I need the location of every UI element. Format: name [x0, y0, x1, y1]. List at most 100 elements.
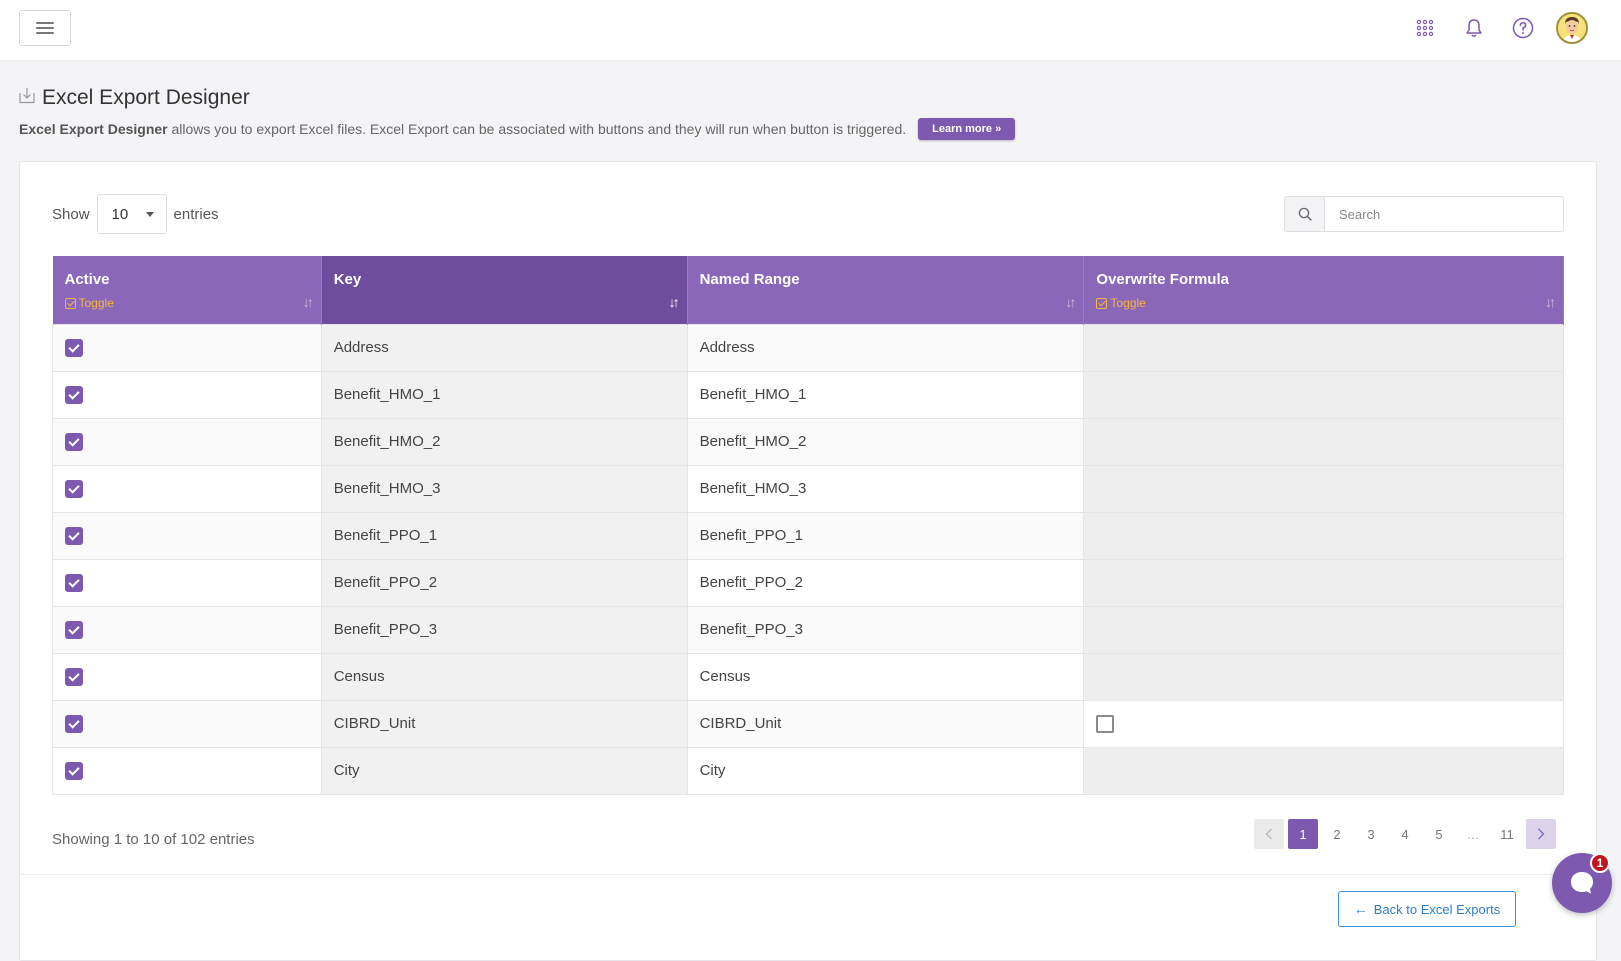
chat-notification-badge: 1	[1590, 853, 1610, 873]
sort-icon: ↓↑	[1545, 293, 1556, 310]
overwrite-cell	[1083, 511, 1564, 560]
key-cell: City	[320, 746, 688, 795]
overwrite-checkbox[interactable]	[1096, 714, 1115, 733]
overwrite-cell	[1083, 605, 1564, 654]
avatar[interactable]	[1556, 12, 1588, 44]
card-footer: ← Back to Excel Exports	[20, 874, 1596, 954]
sort-icon: ↓↑	[302, 293, 314, 310]
table-row: CIBRD_Unit CIBRD_Unit	[52, 699, 1564, 748]
table-row: City City	[52, 746, 1564, 795]
named-range-cell: Benefit_PPO_2	[686, 558, 1085, 607]
active-cell	[52, 558, 322, 607]
search-input[interactable]	[1325, 197, 1563, 231]
learn-more-button[interactable]: Learn more »	[918, 118, 1016, 140]
named-range-cell: Address	[686, 323, 1085, 372]
overwrite-cell	[1083, 464, 1564, 513]
toggle-label: Toggle	[78, 296, 114, 310]
checkbox-icon	[64, 297, 76, 309]
overwrite-cell	[1083, 370, 1564, 419]
table-row: Benefit_HMO_1 Benefit_HMO_1	[52, 370, 1564, 419]
active-checkbox[interactable]	[65, 526, 83, 545]
content-card: Show 10 entries Active Toggl	[19, 161, 1597, 961]
description-text: allows you to export Excel files. Excel …	[167, 121, 907, 137]
active-cell	[52, 511, 322, 560]
overwrite-cell	[1083, 417, 1564, 466]
table-row: Benefit_HMO_2 Benefit_HMO_2	[52, 417, 1564, 466]
active-cell	[52, 417, 322, 466]
table-row: Benefit_PPO_1 Benefit_PPO_1	[52, 511, 1564, 560]
active-checkbox[interactable]	[65, 573, 83, 592]
active-checkbox[interactable]	[65, 479, 83, 498]
description-bold: Excel Export Designer	[19, 121, 168, 137]
key-cell: Benefit_HMO_1	[320, 370, 688, 419]
key-cell: CIBRD_Unit	[320, 699, 688, 748]
active-checkbox[interactable]	[65, 338, 83, 357]
overwrite-cell	[1083, 323, 1564, 372]
show-label: Show	[52, 205, 90, 223]
chat-icon	[1571, 872, 1593, 894]
back-to-excel-exports-button[interactable]: ← Back to Excel Exports	[1338, 891, 1516, 927]
active-checkbox[interactable]	[65, 761, 83, 780]
page-button-1[interactable]: 1	[1288, 819, 1318, 849]
chevron-left-icon	[1265, 828, 1272, 840]
chevron-right-icon	[1538, 828, 1545, 840]
active-cell	[52, 370, 322, 419]
checkbox-icon	[1096, 297, 1108, 309]
named-range-cell: City	[686, 746, 1085, 795]
table-header-row: Active Toggle ↓↑ Key ↓↑ Named Range ↓↑ O…	[52, 256, 1564, 324]
named-range-cell: Census	[686, 652, 1085, 701]
active-checkbox[interactable]	[65, 714, 83, 733]
download-icon	[19, 87, 35, 109]
previous-page-button[interactable]	[1254, 819, 1284, 849]
overwrite-cell	[1083, 746, 1564, 795]
named-range-cell: Benefit_HMO_1	[686, 370, 1085, 419]
page-length-select[interactable]: 10	[96, 194, 167, 234]
table-row: Benefit_PPO_3 Benefit_PPO_3	[52, 605, 1564, 654]
active-checkbox[interactable]	[65, 432, 83, 451]
toggle-active-link[interactable]: Toggle	[64, 296, 309, 310]
active-cell	[52, 605, 322, 654]
back-button-label: Back to Excel Exports	[1373, 901, 1501, 917]
column-header-overwrite-formula[interactable]: Overwrite Formula Toggle ↓↑	[1083, 256, 1564, 324]
bell-icon[interactable]	[1460, 14, 1488, 42]
overwrite-cell	[1083, 652, 1564, 701]
page-button-4[interactable]: 4	[1390, 819, 1420, 849]
help-icon[interactable]	[1509, 14, 1537, 42]
column-header-key[interactable]: Key ↓↑	[321, 256, 688, 324]
top-bar	[0, 0, 1621, 60]
page-button-5[interactable]: 5	[1424, 819, 1454, 849]
active-cell	[52, 652, 322, 701]
column-header-named-range[interactable]: Named Range ↓↑	[687, 256, 1085, 324]
search-box	[1284, 196, 1564, 232]
toggle-overwrite-link[interactable]: Toggle	[1096, 296, 1551, 310]
named-range-cell: Benefit_PPO_1	[686, 511, 1085, 560]
key-cell: Benefit_HMO_2	[320, 417, 688, 466]
next-page-button[interactable]	[1526, 819, 1556, 849]
active-checkbox[interactable]	[65, 620, 83, 639]
header-label: Named Range	[699, 271, 800, 288]
active-cell	[52, 464, 322, 513]
apps-grid-icon[interactable]	[1411, 14, 1439, 42]
key-cell: Benefit_PPO_2	[320, 558, 688, 607]
page-ellipsis: …	[1466, 826, 1480, 842]
menu-button[interactable]	[19, 10, 71, 46]
entries-label: entries	[173, 205, 219, 223]
page-button-11[interactable]: 11	[1492, 819, 1522, 849]
table-row: Census Census	[52, 652, 1564, 701]
named-range-cell: Benefit_PPO_3	[686, 605, 1085, 654]
menu-icon	[36, 22, 54, 34]
active-checkbox[interactable]	[65, 385, 83, 404]
page-length-control: Show 10 entries	[52, 194, 219, 234]
header-label: Active	[64, 271, 110, 288]
header-label: Overwrite Formula	[1096, 271, 1229, 288]
sort-ascending-icon: ↓↑	[668, 293, 680, 310]
column-header-active[interactable]: Active Toggle ↓↑	[52, 256, 322, 324]
overwrite-cell	[1083, 699, 1564, 748]
table-body: Address Address Benefit_HMO_1 Benefit_HM…	[52, 323, 1564, 795]
toggle-label: Toggle	[1110, 296, 1146, 310]
key-cell: Benefit_HMO_3	[320, 464, 688, 513]
active-checkbox[interactable]	[65, 667, 83, 686]
page-button-2[interactable]: 2	[1322, 819, 1352, 849]
key-cell: Benefit_PPO_1	[320, 511, 688, 560]
page-button-3[interactable]: 3	[1356, 819, 1386, 849]
